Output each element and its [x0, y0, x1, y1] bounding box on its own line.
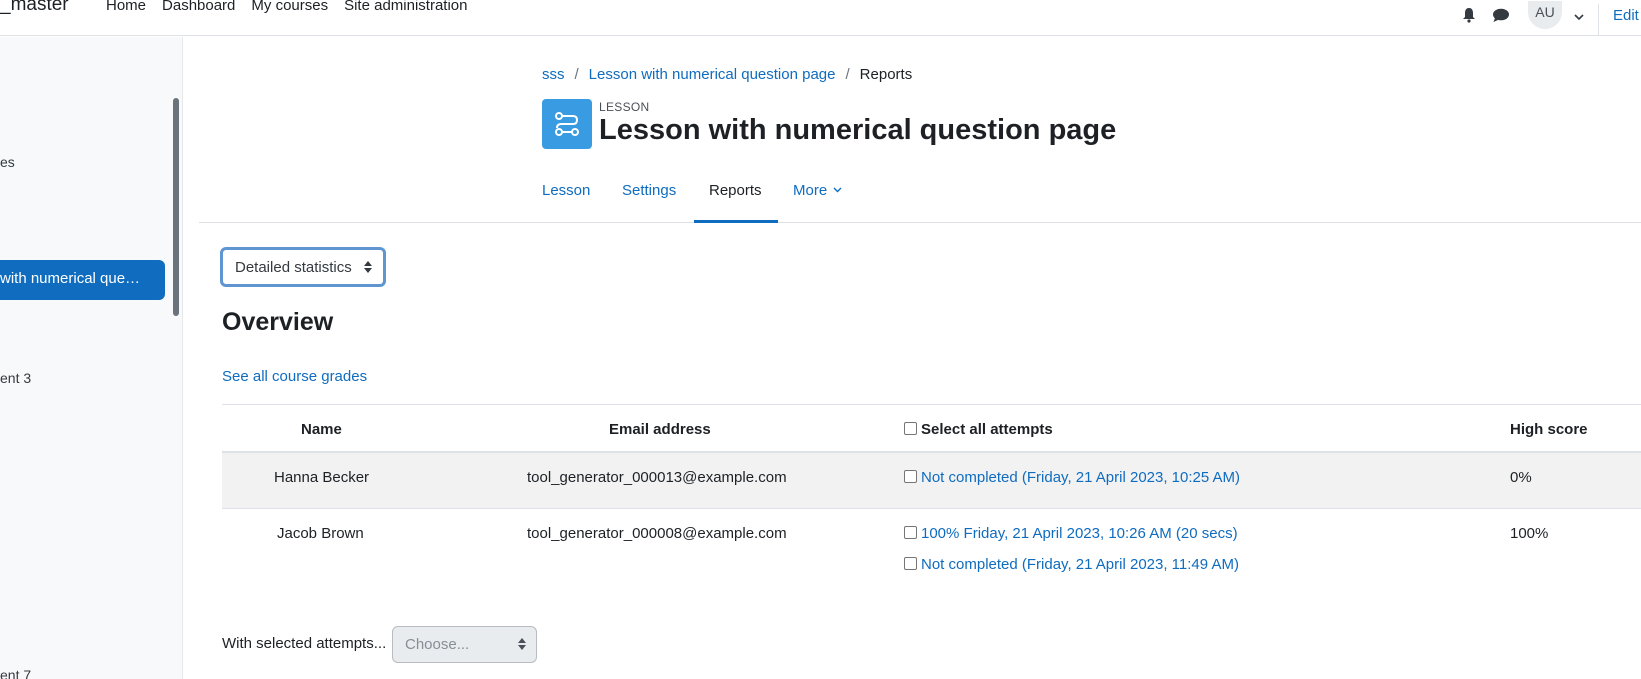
table-row: Jacob Brown tool_generator_000008@exampl…	[222, 509, 1641, 594]
breadcrumb-separator: /	[574, 66, 579, 83]
column-header-attempts: Select all attempts	[904, 421, 1053, 438]
attempt-checkbox[interactable]	[904, 470, 917, 483]
tab-reports[interactable]: Reports	[694, 182, 778, 223]
secondary-navigation: Lesson Settings Reports More	[199, 170, 1641, 223]
breadcrumb-current: Reports	[859, 66, 913, 83]
attempt-entry: 100% Friday, 21 April 2023, 10:26 AM (20…	[904, 525, 1238, 542]
navbar-divider	[1598, 4, 1599, 36]
breadcrumb: sss / Lesson with numerical question pag…	[542, 66, 912, 83]
drawer-item[interactable]: es	[0, 154, 15, 170]
breadcrumb-course[interactable]: sss	[542, 66, 565, 83]
course-index-drawer: es with numerical que… ent 3 ent 7	[0, 37, 183, 679]
nav-site-administration[interactable]: Site administration	[344, 0, 467, 14]
drawer-item[interactable]: ent 7	[0, 667, 31, 679]
chevron-down-icon	[833, 187, 842, 193]
bulk-action-select[interactable]: Choose...	[392, 626, 537, 663]
bulk-action-label: With selected attempts...	[222, 635, 387, 652]
select-all-label: Select all attempts	[921, 421, 1053, 438]
table-header: Name Email address Select all attempts H…	[222, 404, 1641, 453]
drawer-scrollbar[interactable]	[173, 98, 179, 316]
primary-navigation: Home Dashboard My courses Site administr…	[106, 0, 484, 14]
attempt-link[interactable]: 100% Friday, 21 April 2023, 10:26 AM (20…	[921, 525, 1238, 542]
user-menu-area: AU Edit mode	[1448, 0, 1641, 36]
activity-type-label: LESSON	[599, 100, 650, 114]
student-name: Jacob Brown	[277, 525, 364, 542]
section-heading: Overview	[222, 308, 334, 336]
edit-mode-label[interactable]: Edit mode	[1613, 7, 1641, 24]
student-name: Hanna Becker	[274, 469, 370, 486]
column-header-high-score[interactable]: High score	[1510, 421, 1588, 438]
top-navbar: _master Home Dashboard My courses Site a…	[0, 0, 1641, 36]
see-all-grades-link[interactable]: See all course grades	[222, 368, 367, 385]
attempt-entry: Not completed (Friday, 21 April 2023, 10…	[904, 469, 1240, 486]
breadcrumb-lesson[interactable]: Lesson with numerical question page	[589, 66, 836, 83]
site-name[interactable]: _master	[0, 0, 69, 16]
attempt-checkbox[interactable]	[904, 526, 917, 539]
page-title: Lesson with numerical question page	[599, 114, 1117, 146]
high-score-value: 100%	[1510, 525, 1549, 542]
tab-more[interactable]: More	[793, 182, 842, 223]
chat-bubble-icon[interactable]	[1490, 5, 1512, 25]
tab-lesson[interactable]: Lesson	[542, 182, 590, 223]
column-header-email[interactable]: Email address	[609, 421, 711, 438]
tab-settings[interactable]: Settings	[622, 182, 676, 223]
nav-my-courses[interactable]: My courses	[251, 0, 328, 14]
nav-home[interactable]: Home	[106, 0, 146, 14]
attempt-link[interactable]: Not completed (Friday, 21 April 2023, 11…	[921, 556, 1239, 573]
tab-more-label: More	[793, 182, 828, 199]
bulk-action-placeholder: Choose...	[405, 636, 470, 653]
report-type-select[interactable]: Detailed statistics	[220, 247, 386, 287]
select-arrows-icon	[364, 261, 372, 273]
student-email: tool_generator_000013@example.com	[527, 469, 787, 486]
high-score-value: 0%	[1510, 469, 1532, 486]
attempt-link[interactable]: Not completed (Friday, 21 April 2023, 10…	[921, 469, 1240, 486]
report-type-value: Detailed statistics	[235, 258, 352, 276]
breadcrumb-separator: /	[845, 66, 850, 83]
chevron-down-icon[interactable]	[1574, 8, 1584, 25]
student-email: tool_generator_000008@example.com	[527, 525, 787, 542]
drawer-item-active[interactable]: with numerical que…	[0, 260, 165, 300]
nav-dashboard[interactable]: Dashboard	[162, 0, 235, 14]
table-row: Hanna Becker tool_generator_000013@examp…	[222, 453, 1641, 509]
column-header-name[interactable]: Name	[301, 421, 342, 438]
select-all-checkbox[interactable]	[904, 422, 917, 435]
attempt-checkbox[interactable]	[904, 557, 917, 570]
bell-icon[interactable]	[1458, 5, 1480, 25]
drawer-item[interactable]: ent 3	[0, 370, 31, 386]
attempt-entry: Not completed (Friday, 21 April 2023, 11…	[904, 556, 1239, 573]
avatar[interactable]: AU	[1528, 1, 1562, 29]
lesson-icon	[542, 99, 592, 149]
select-arrows-icon	[518, 638, 526, 650]
